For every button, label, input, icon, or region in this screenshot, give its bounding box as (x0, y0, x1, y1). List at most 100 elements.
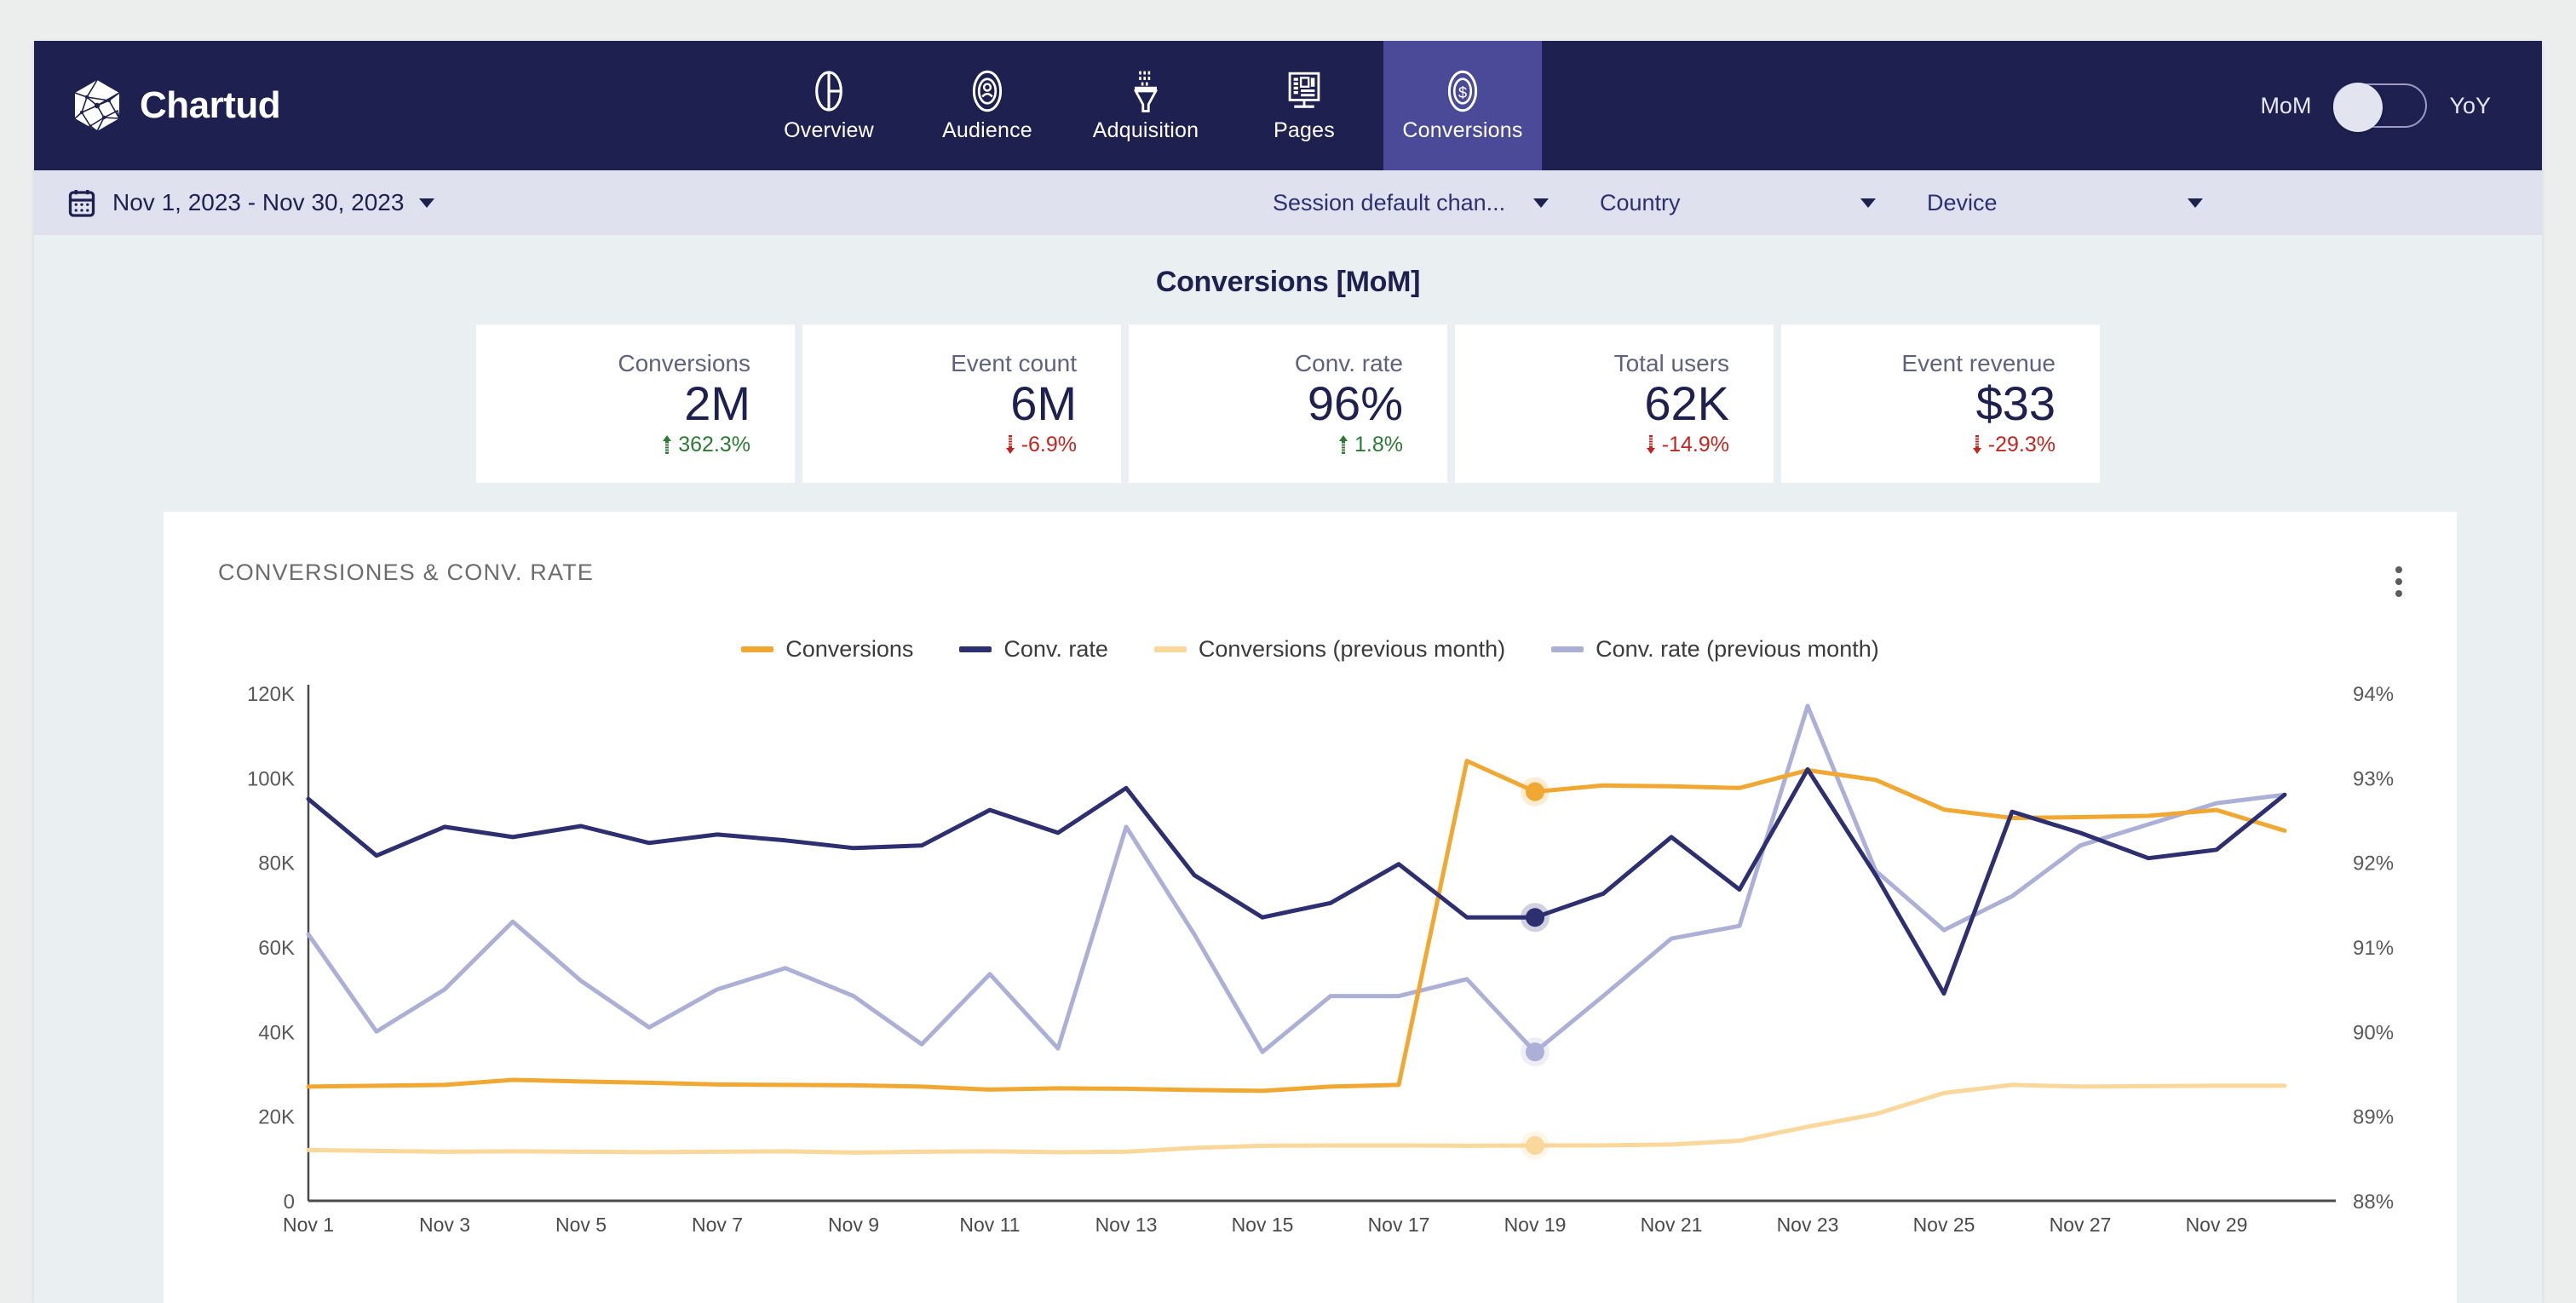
svg-text:92%: 92% (2353, 852, 2394, 875)
kpi-delta-value: -6.9% (1021, 432, 1077, 456)
brand-name: Chartud (140, 84, 281, 126)
svg-text:Nov 15: Nov 15 (1232, 1214, 1294, 1236)
svg-text:89%: 89% (2353, 1106, 2394, 1129)
kpi-card-event-revenue: Event revenue $33 -29.3% (1781, 324, 2100, 483)
kpi-label: Total users (1613, 350, 1729, 377)
kpi-delta: -14.9% (1646, 433, 1729, 457)
kpi-delta: -29.3% (1972, 433, 2056, 457)
chevron-down-icon (1533, 198, 1549, 208)
chevron-down-icon (2188, 198, 2203, 208)
nav-item-label: Conversions (1402, 118, 1523, 142)
kpi-value: 2M (684, 376, 750, 431)
filter-select-device[interactable]: Device (1915, 190, 2242, 216)
arrow-down-icon (1972, 435, 1981, 455)
arrow-up-icon (663, 435, 672, 455)
svg-text:Nov 21: Nov 21 (1641, 1214, 1703, 1236)
dollar-coin-icon: $ (1447, 70, 1478, 112)
svg-text:Nov 9: Nov 9 (828, 1214, 879, 1236)
svg-text:Nov 1: Nov 1 (283, 1214, 334, 1236)
target-user-icon (972, 70, 1003, 112)
nav-items: Overview Audience Adquisition Pages $ Co… (750, 41, 1542, 170)
legend-item-conv-rate[interactable]: Conv. rate (959, 636, 1108, 663)
svg-text:90%: 90% (2353, 1021, 2394, 1044)
arrow-down-icon (1005, 435, 1015, 455)
svg-text:Nov 3: Nov 3 (419, 1214, 470, 1236)
legend-item-conversions[interactable]: Conversions (741, 636, 913, 663)
kpi-card-conv-rate: Conv. rate 96% 1.8% (1129, 324, 1447, 483)
filter-value: Device (1927, 189, 1998, 215)
funnel-icon (1133, 71, 1159, 112)
browser-page-icon (1288, 72, 1320, 108)
kpi-card-event-count: Event count 6M -6.9% (802, 324, 1121, 483)
legend-label: Conv. rate (1003, 636, 1108, 662)
top-navigation-bar: Chartud Overview Audience Adquisition Pa… (34, 41, 2542, 170)
filter-value: Country (1600, 189, 1681, 215)
kpi-delta-value: -29.3% (1987, 432, 2056, 456)
brand[interactable]: Chartud (34, 41, 750, 170)
toggle-label-yoy: YoY (2449, 92, 2491, 118)
svg-text:Nov 29: Nov 29 (2186, 1214, 2248, 1236)
filter-bar: Nov 1, 2023 - Nov 30, 2023 Session defau… (34, 170, 2542, 235)
legend-label: Conversions (previous month) (1198, 636, 1506, 662)
svg-text:20K: 20K (258, 1106, 295, 1129)
legend-swatch (1551, 646, 1584, 652)
svg-text:0: 0 (284, 1191, 295, 1214)
kpi-value: 96% (1307, 376, 1403, 431)
svg-text:Nov 7: Nov 7 (692, 1214, 743, 1236)
filter-value: Session default chan... (1273, 189, 1506, 215)
filter-select-country[interactable]: Country (1588, 190, 1915, 216)
nav-item-adquisition[interactable]: Adquisition (1067, 41, 1225, 170)
nav-item-label: Pages (1274, 118, 1335, 142)
date-range-value: Nov 1, 2023 - Nov 30, 2023 (112, 189, 405, 215)
nav-item-pages[interactable]: Pages (1225, 41, 1383, 170)
chevron-down-icon (1860, 198, 1876, 208)
kpi-card-total-users: Total users 62K -14.9% (1455, 324, 1774, 483)
kpi-label: Event count (951, 350, 1077, 377)
svg-text:60K: 60K (258, 937, 295, 960)
arrow-down-icon (1646, 435, 1655, 455)
svg-text:93%: 93% (2353, 767, 2394, 790)
legend-label: Conversions (785, 636, 914, 662)
chart-plot-area[interactable]: 0 20K 40K 60K 80K 100K 120K 88% 89% 90% 91% 92% 93% 9… (164, 673, 2457, 1252)
date-range-picker[interactable]: Nov 1, 2023 - Nov 30, 2023 (34, 187, 435, 218)
filter-selects: Session default chan... Country Device (1261, 190, 2516, 216)
kpi-delta-value: 362.3% (678, 432, 750, 456)
legend-label: Conv. rate (previous month) (1596, 636, 1879, 662)
arrow-up-icon (1339, 435, 1348, 455)
svg-text:Nov 23: Nov 23 (1777, 1214, 1839, 1236)
svg-text:Nov 13: Nov 13 (1095, 1214, 1158, 1236)
svg-text:Nov 25: Nov 25 (1913, 1214, 1975, 1236)
nav-item-overview[interactable]: Overview (750, 41, 908, 170)
svg-text:120K: 120K (247, 683, 295, 706)
filter-select-channel[interactable]: Session default chan... (1261, 190, 1588, 216)
kpi-card-conversions: Conversions 2M 362.3% (476, 324, 795, 483)
nav-item-label: Overview (784, 118, 874, 142)
nav-item-label: Adquisition (1092, 118, 1199, 142)
svg-text:$: $ (1458, 83, 1467, 100)
svg-text:Nov 5: Nov 5 (555, 1214, 607, 1236)
legend-item-conversions-prev[interactable]: Conversions (previous month) (1153, 636, 1506, 663)
legend-item-conv-rate-prev[interactable]: Conv. rate (previous month) (1551, 636, 1879, 663)
chevron-down-icon (419, 198, 435, 208)
kpi-delta: 362.3% (662, 433, 750, 457)
svg-text:Nov 11: Nov 11 (959, 1214, 1020, 1236)
svg-text:80K: 80K (258, 852, 295, 875)
kpi-label: Event revenue (1901, 350, 2056, 377)
page-title: Conversions [MoM] (1155, 266, 1421, 298)
kpi-value: 62K (1644, 376, 1729, 431)
line-chart-svg: 0 20K 40K 60K 80K 100K 120K 88% 89% 90% 91% 92% 93% 9… (247, 683, 2394, 1236)
kpi-delta: 1.8% (1338, 433, 1403, 457)
kpi-label: Conversions (618, 350, 750, 377)
kpi-value: 6M (1010, 376, 1077, 431)
mom-yoy-toggle[interactable] (2333, 83, 2428, 132)
svg-text:100K: 100K (247, 767, 295, 790)
nav-item-conversions[interactable]: $ Conversions (1383, 41, 1542, 170)
network-hexagon-logo-icon (74, 79, 120, 132)
nav-item-audience[interactable]: Audience (908, 41, 1067, 170)
chart-card: CONVERSIONES & CONV. RATE Conversions Co… (164, 512, 2457, 1303)
svg-text:Nov 19: Nov 19 (1504, 1214, 1567, 1236)
kebab-menu-icon[interactable] (2385, 560, 2412, 604)
svg-text:88%: 88% (2353, 1191, 2394, 1214)
dashboard-app: Chartud Overview Audience Adquisition Pa… (34, 41, 2542, 1303)
kpi-delta-value: -14.9% (1661, 432, 1729, 456)
